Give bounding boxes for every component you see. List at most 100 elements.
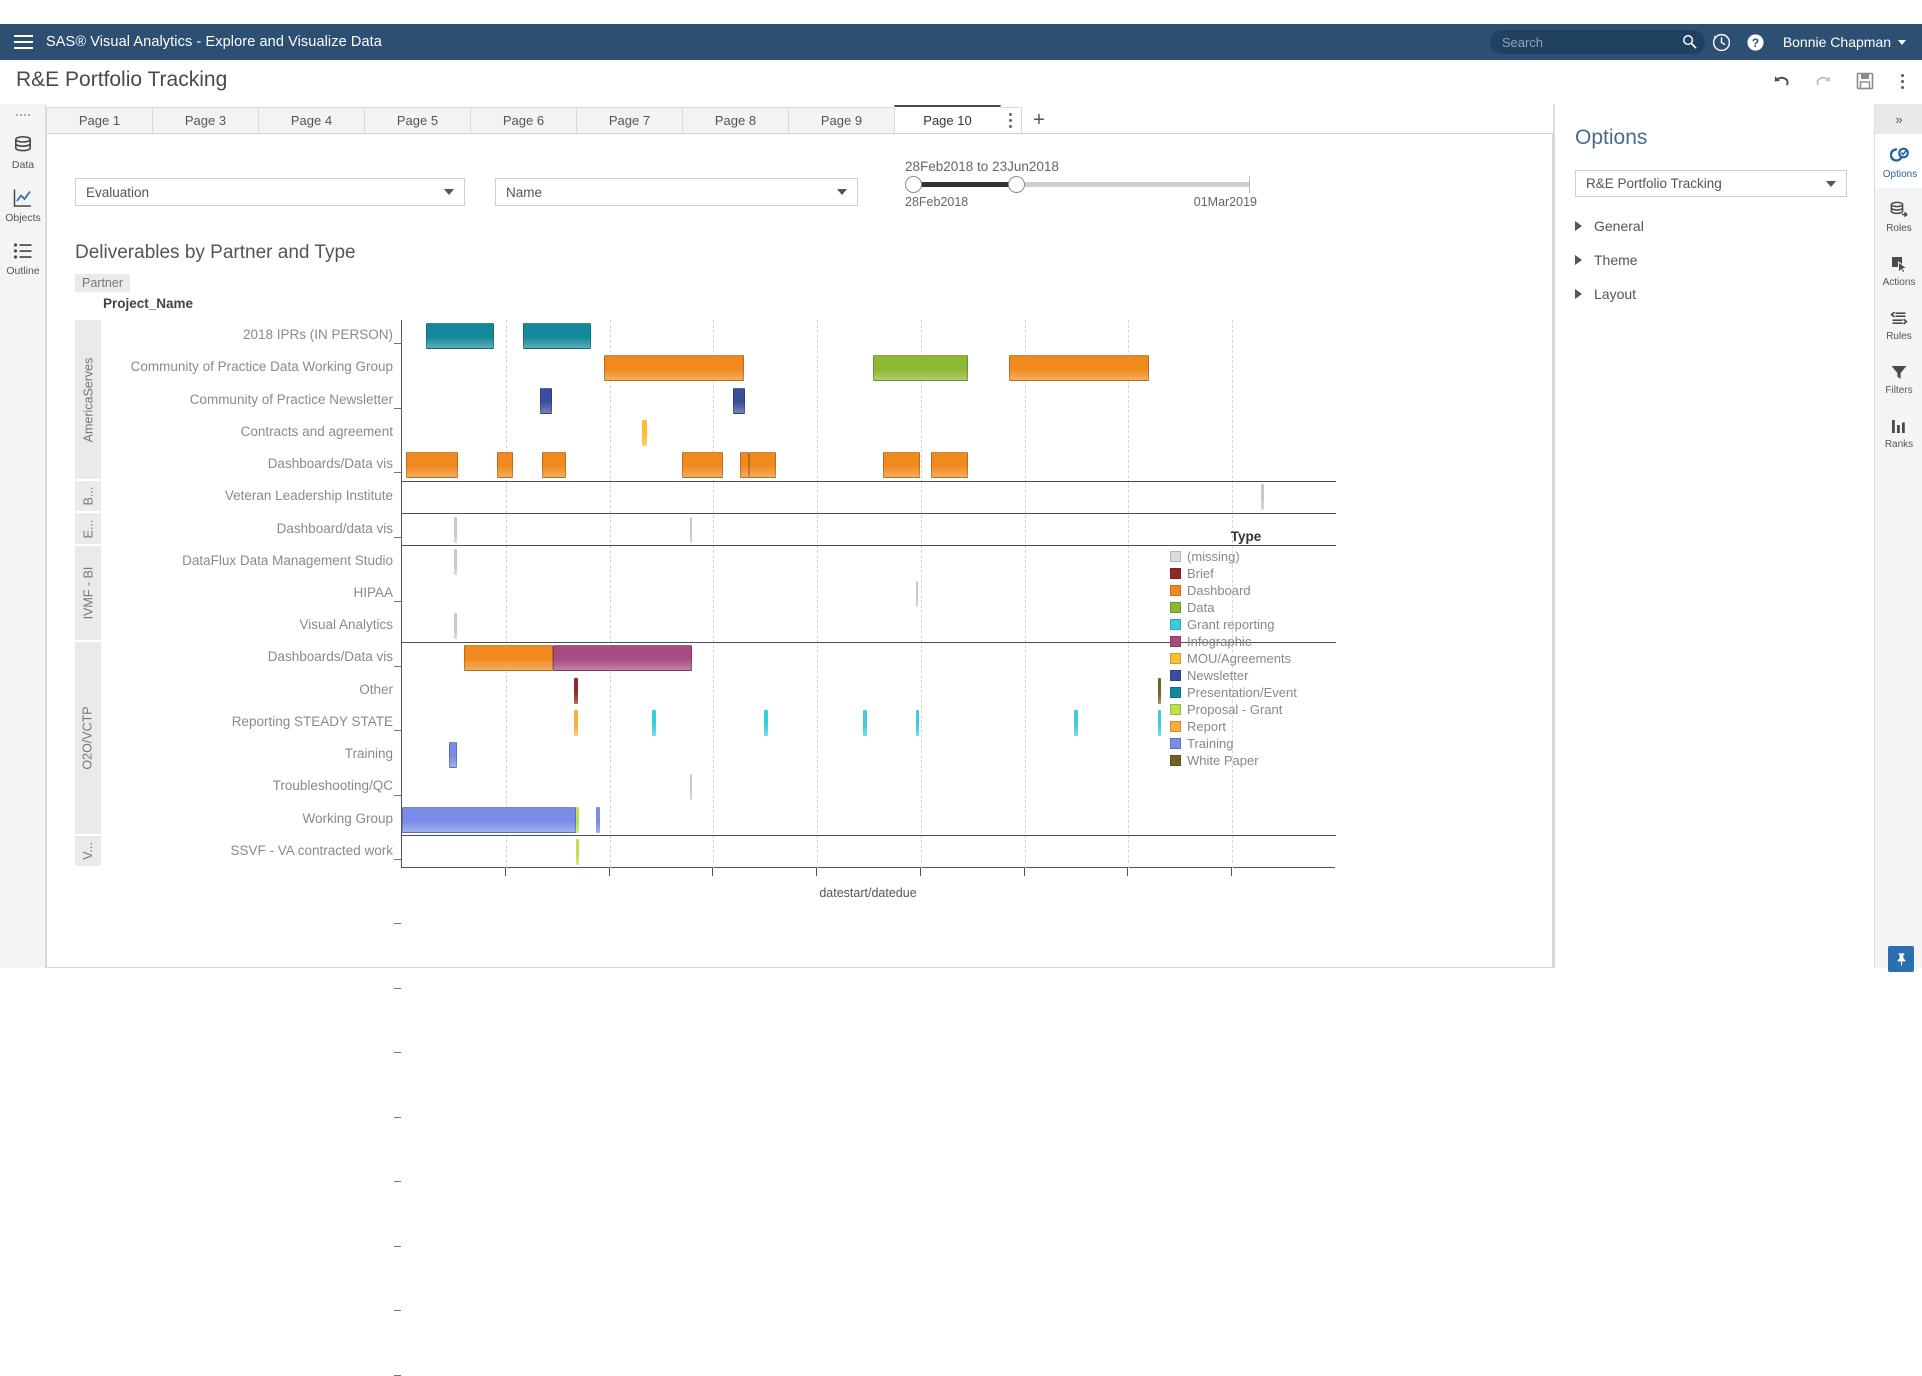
legend-item[interactable]: Presentation/Event <box>1170 684 1340 701</box>
sidebar-item-data[interactable]: Data <box>0 124 46 177</box>
undo-button[interactable] <box>1769 69 1793 93</box>
gantt-bar[interactable] <box>463 645 554 672</box>
sidebar-item-outline[interactable]: Outline <box>0 230 46 283</box>
panel-tab-actions[interactable]: Actions <box>1875 242 1922 296</box>
panel-tab-rules[interactable]: Rules <box>1875 296 1922 350</box>
more-options-button[interactable] <box>1895 72 1910 91</box>
evaluation-dropdown[interactable]: Evaluation <box>75 178 465 206</box>
gantt-bar[interactable] <box>523 323 591 350</box>
legend-item[interactable]: MOU/Agreements <box>1170 650 1340 667</box>
legend-item[interactable]: (missing) <box>1170 548 1340 565</box>
gantt-bar[interactable] <box>405 452 459 479</box>
legend-item[interactable]: Newsletter <box>1170 667 1340 684</box>
tab-page-9[interactable]: Page 9 <box>788 107 895 133</box>
gantt-bar[interactable] <box>863 709 868 736</box>
gantt-bar[interactable] <box>553 645 693 672</box>
slider-handle-min[interactable] <box>905 176 922 193</box>
gantt-bar[interactable] <box>542 452 567 479</box>
gantt-bar[interactable] <box>540 387 553 414</box>
search-icon[interactable] <box>1682 34 1697 49</box>
tab-page-6[interactable]: Page 6 <box>470 107 577 133</box>
gantt-bar[interactable] <box>596 806 600 833</box>
sidebar-item-objects[interactable]: Objects <box>0 177 46 230</box>
gantt-bar[interactable] <box>915 709 920 736</box>
gantt-bar[interactable] <box>732 387 745 414</box>
tab-page-3[interactable]: Page 3 <box>152 107 259 133</box>
gantt-bar[interactable] <box>454 613 457 640</box>
tab-page-8[interactable]: Page 8 <box>682 107 789 133</box>
user-menu[interactable]: Bonnie Chapman <box>1783 34 1906 50</box>
collapse-panel-button[interactable]: » <box>1875 104 1922 134</box>
legend-item[interactable]: Training <box>1170 735 1340 752</box>
gantt-bar[interactable] <box>872 355 968 382</box>
object-selector-dropdown[interactable]: R&E Portfolio Tracking <box>1575 170 1847 197</box>
save-button[interactable] <box>1853 69 1877 93</box>
gantt-bar[interactable] <box>652 709 657 736</box>
add-page-button[interactable]: + <box>1022 107 1056 133</box>
panel-tab-actions-label: Actions <box>1882 277 1916 288</box>
tab-menu-icon[interactable] <box>1000 107 1022 133</box>
gantt-bar[interactable] <box>1074 709 1079 736</box>
gantt-bar[interactable] <box>575 806 579 833</box>
panel-tab-roles[interactable]: Roles <box>1875 188 1922 242</box>
legend-item[interactable]: Infographic <box>1170 633 1340 650</box>
accordion-theme[interactable]: Theme <box>1575 246 1847 274</box>
gantt-bar[interactable] <box>573 709 578 736</box>
tab-page-4[interactable]: Page 4 <box>258 107 365 133</box>
tab-page-1[interactable]: Page 1 <box>46 107 153 133</box>
legend-item[interactable]: Grant reporting <box>1170 616 1340 633</box>
slider-track[interactable] <box>905 176 1250 193</box>
gantt-bar[interactable] <box>915 581 919 607</box>
accordion-layout[interactable]: Layout <box>1575 280 1847 308</box>
legend-item[interactable]: Report <box>1170 718 1340 735</box>
legend-item[interactable]: Data <box>1170 599 1340 616</box>
gantt-bar[interactable] <box>1157 677 1162 704</box>
gantt-bar[interactable] <box>497 452 514 479</box>
gantt-bar[interactable] <box>426 323 494 350</box>
search-input[interactable] <box>1499 33 1670 51</box>
gantt-bar[interactable] <box>448 742 458 769</box>
gantt-bar[interactable] <box>1009 355 1150 382</box>
gantt-bar[interactable] <box>764 709 769 736</box>
legend-item[interactable]: Brief <box>1170 565 1340 582</box>
tab-page-5[interactable]: Page 5 <box>364 107 471 133</box>
name-dropdown[interactable]: Name <box>495 178 858 206</box>
search-box[interactable] <box>1489 30 1705 54</box>
gantt-bar[interactable] <box>603 355 744 382</box>
redo-button[interactable] <box>1811 69 1835 93</box>
panel-tab-filters[interactable]: Filters <box>1875 350 1922 404</box>
gantt-bar[interactable] <box>573 677 578 704</box>
pin-button[interactable] <box>1888 946 1914 972</box>
hamburger-menu-icon[interactable] <box>0 24 46 60</box>
legend-item[interactable]: Dashboard <box>1170 582 1340 599</box>
gantt-bar[interactable] <box>575 838 580 865</box>
gantt-bar[interactable] <box>402 806 576 833</box>
accordion-general[interactable]: General <box>1575 212 1847 240</box>
gantt-bar[interactable] <box>682 452 724 479</box>
tab-page-10[interactable]: Page 10 <box>894 105 1001 133</box>
gantt-bar[interactable] <box>930 452 968 479</box>
row-label: Community of Practice Newsletter <box>190 392 401 474</box>
gantt-bar[interactable] <box>689 516 693 543</box>
gantt-bar[interactable] <box>689 774 693 801</box>
gantt-bar[interactable] <box>454 548 457 575</box>
panel-tab-ranks[interactable]: Ranks <box>1875 404 1922 458</box>
panel-tab-options[interactable]: Options <box>1875 134 1922 188</box>
gantt-bar[interactable] <box>749 452 776 479</box>
gantt-bar[interactable] <box>642 419 647 446</box>
right-icon-rail: » Options Roles Actions Rules Filters Ra… <box>1874 104 1922 968</box>
gantt-bar[interactable] <box>1157 709 1162 736</box>
legend-item[interactable]: Proposal - Grant <box>1170 701 1340 718</box>
gantt-bar[interactable] <box>883 452 921 479</box>
gantt-bar[interactable] <box>740 452 750 479</box>
help-icon[interactable]: ? <box>1739 24 1773 60</box>
x-axis-tick <box>1127 868 1129 876</box>
legend-item[interactable]: White Paper <box>1170 752 1340 769</box>
tab-page-7[interactable]: Page 7 <box>576 107 683 133</box>
date-range-slider[interactable]: 28Feb2018 to 23Jun2018 28Feb2018 01Mar20… <box>905 159 1285 209</box>
gantt-bar[interactable] <box>1261 484 1264 511</box>
slider-handle-max[interactable] <box>1008 176 1025 193</box>
history-icon[interactable] <box>1705 24 1739 60</box>
gantt-bar[interactable] <box>454 516 457 543</box>
drag-grip-icon[interactable] <box>15 114 30 116</box>
